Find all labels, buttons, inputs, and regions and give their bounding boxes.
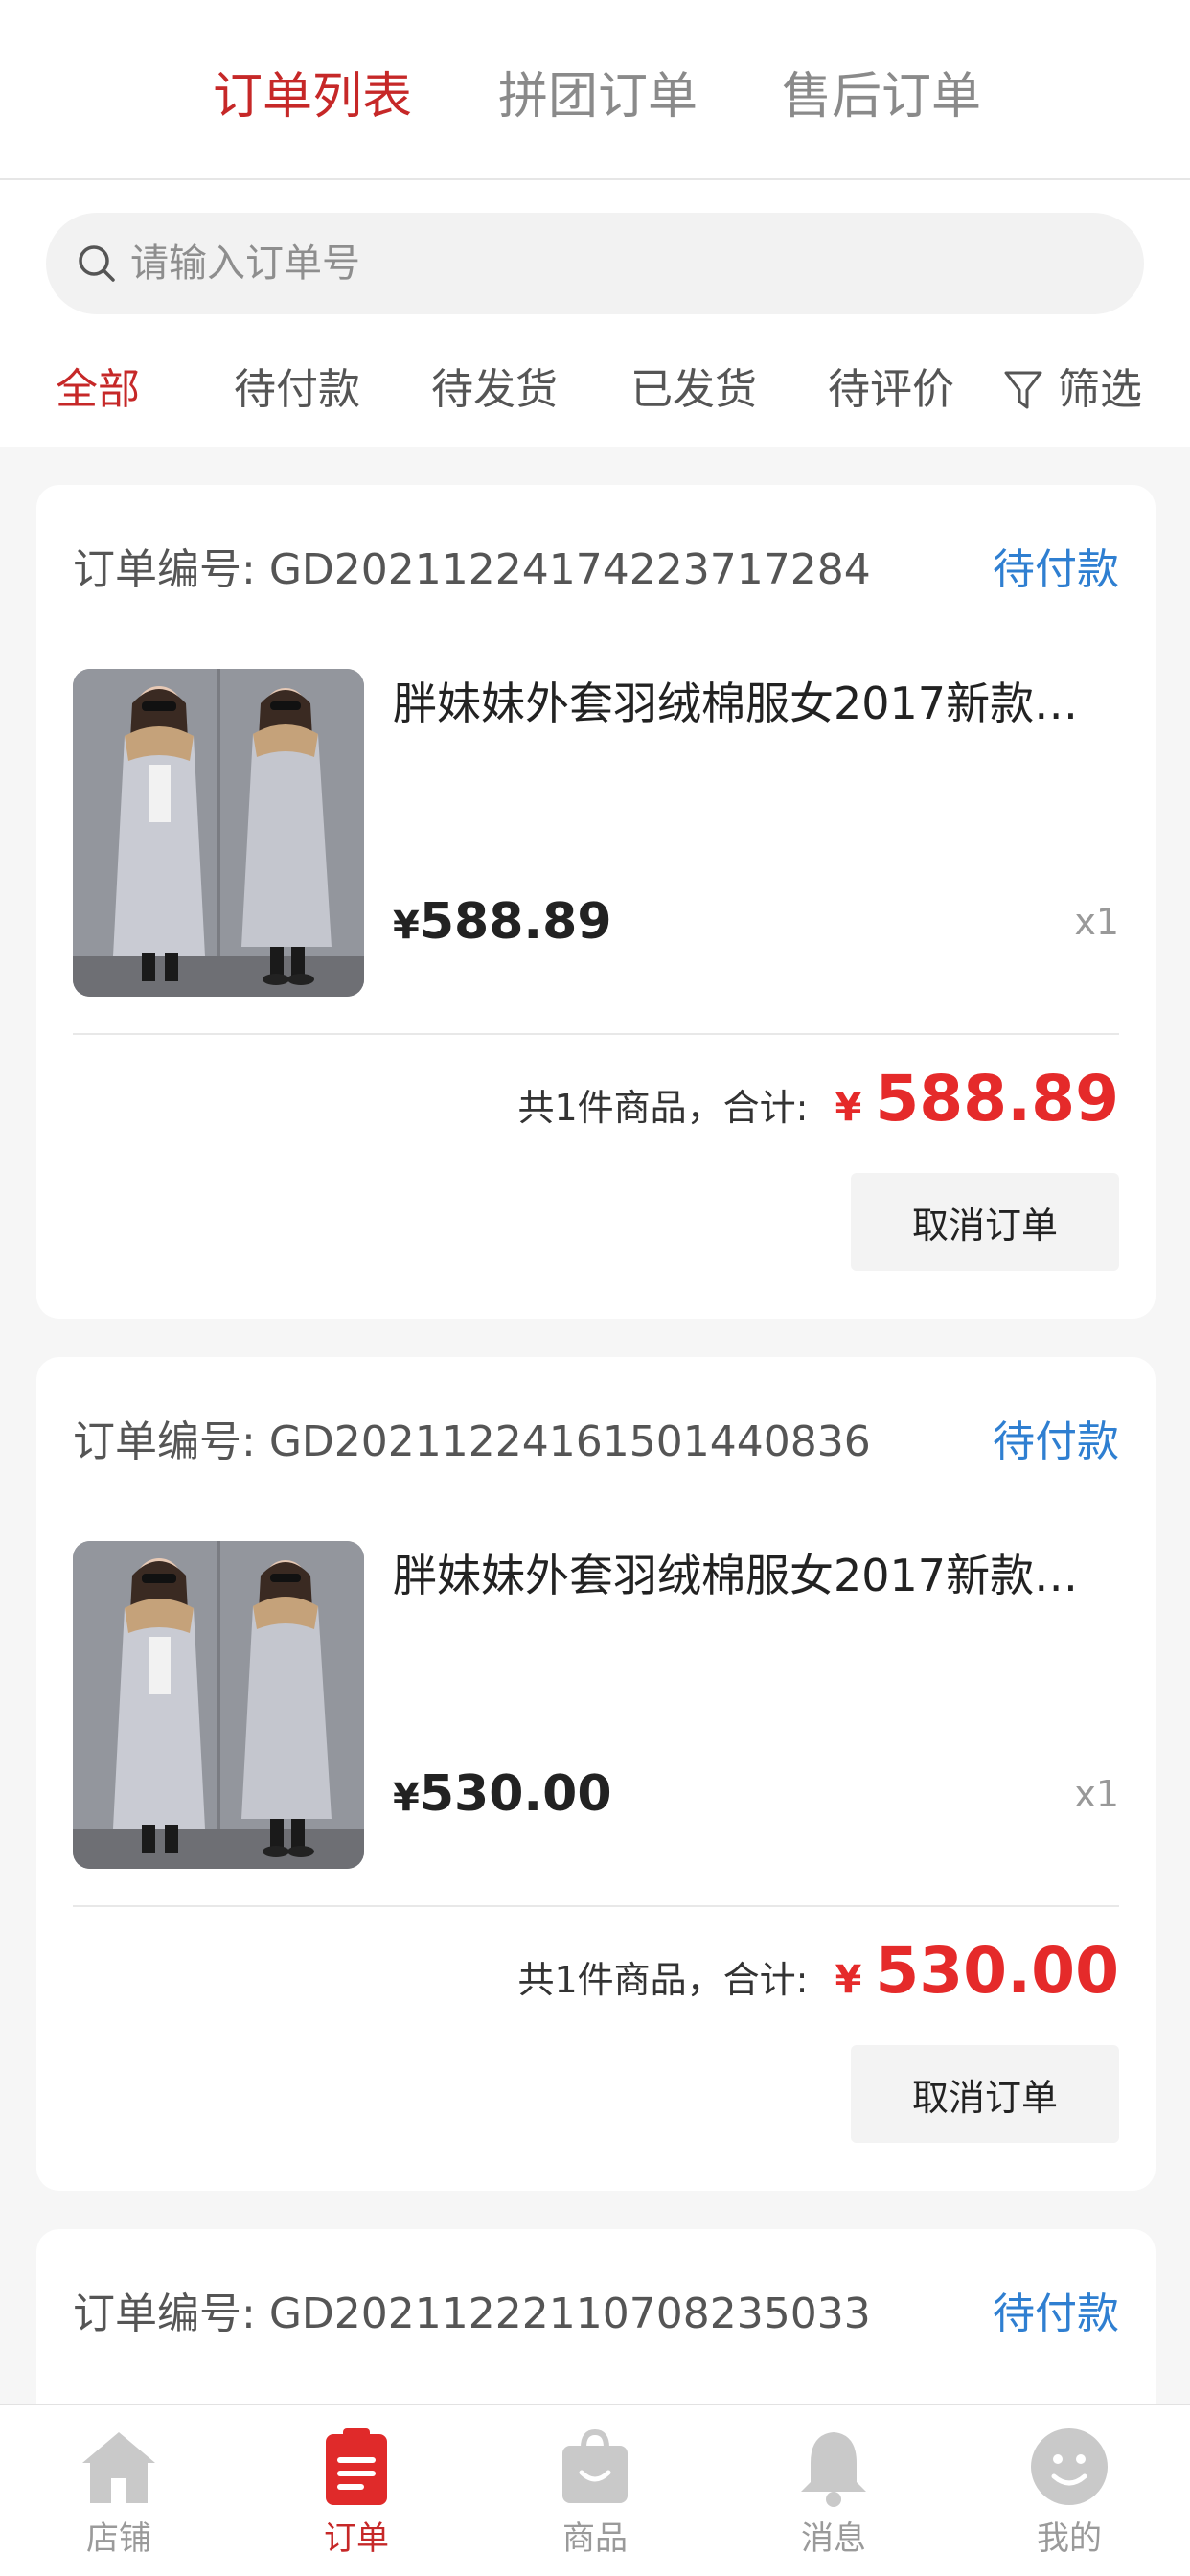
order-number-label: 订单编号: <box>73 2289 256 2338</box>
order-number: 订单编号: GD20211224161501440836 <box>73 1413 871 1472</box>
product-image[interactable] <box>73 669 364 997</box>
search-icon <box>79 245 115 282</box>
shopping-bag-icon <box>562 2428 628 2503</box>
order-summary: 共1件商品，合计: ¥ 530.00 <box>517 1934 1119 2008</box>
order-summary: 共1件商品，合计: ¥ 588.89 <box>517 1062 1119 1136</box>
top-tab-bar: 订单列表 拼团订单 售后订单 <box>0 0 1190 180</box>
funnel-icon <box>1004 371 1042 409</box>
nav-profile[interactable]: 我的 <box>993 2425 1146 2568</box>
nav-orders[interactable]: 订单 <box>280 2425 433 2568</box>
quantity: x1 <box>1074 1773 1119 1815</box>
order-number-value: GD20211224161501440836 <box>268 1417 871 1466</box>
order-icon <box>326 2428 387 2505</box>
summary-text: 共1件商品，合计: <box>517 1087 809 1129</box>
product-name[interactable]: 胖妹妹外套羽绒棉服女2017新款冬季韩版中长款修身加厚 <box>393 1545 1119 1606</box>
product-image[interactable] <box>73 1541 364 1869</box>
order-number-value: GD20211222110708235033 <box>268 2289 871 2338</box>
summary-text: 共1件商品，合计: <box>517 1959 809 2001</box>
shop-icon <box>82 2432 155 2503</box>
order-number: 订单编号: GD20211224174223717284 <box>73 540 871 600</box>
tab-order-list[interactable]: 订单列表 <box>213 63 412 130</box>
tab-after-sales[interactable]: 售后订单 <box>782 63 981 130</box>
product-name[interactable]: 胖妹妹外套羽绒棉服女2017新款冬季韩版中长款修身加厚 <box>393 673 1119 734</box>
unit-price-value: 530.00 <box>419 1765 612 1823</box>
divider <box>73 1033 1119 1035</box>
nav-shop[interactable]: 店铺 <box>42 2425 195 2568</box>
nav-label: 消息 <box>801 2519 866 2558</box>
filter-button[interactable]: 筛选 <box>1002 360 1142 420</box>
order-card[interactable]: 订单编号: GD20211224161501440836 待付款 胖妹妹外套羽绒… <box>36 1357 1156 2191</box>
order-number-label: 订单编号: <box>73 1417 256 1466</box>
nav-label: 店铺 <box>86 2519 151 2558</box>
product-photo <box>73 669 364 997</box>
divider <box>73 1905 1119 1907</box>
nav-products[interactable]: 商品 <box>518 2425 672 2568</box>
nav-label: 我的 <box>1037 2519 1102 2558</box>
order-number-value: GD20211224174223717284 <box>268 545 871 594</box>
quantity: x1 <box>1074 901 1119 943</box>
cancel-order-button[interactable]: 取消订单 <box>851 1173 1119 1271</box>
total-currency-symbol: ¥ <box>835 1958 862 2002</box>
filter-label: 筛选 <box>1058 365 1142 414</box>
search-input[interactable] <box>130 228 1117 299</box>
total-currency-symbol: ¥ <box>835 1086 862 1130</box>
unit-price: ¥530.00 <box>393 1760 612 1832</box>
tab-pending-payment[interactable]: 待付款 <box>234 360 360 420</box>
bottom-nav: 店铺 订单 商品 消息 我的 <box>0 2404 1190 2576</box>
order-status: 待付款 <box>993 545 1119 594</box>
product-photo <box>73 1541 364 1869</box>
nav-label: 商品 <box>562 2519 628 2558</box>
order-number-label: 订单编号: <box>73 545 256 594</box>
currency-symbol: ¥ <box>393 904 420 948</box>
total-amount: 530.00 <box>875 1934 1119 2008</box>
header: 订单列表 拼团订单 售后订单 全部 待付款 待发货 已发货 待评价 筛选 <box>0 0 1190 447</box>
cancel-order-button[interactable]: 取消订单 <box>851 2045 1119 2143</box>
smiley-profile-icon <box>1031 2428 1108 2505</box>
total-amount: 588.89 <box>875 1062 1119 1136</box>
bell-icon <box>801 2432 866 2507</box>
order-card[interactable]: 订单编号: GD20211224174223717284 待付款 胖妹妹外套羽绒… <box>36 485 1156 1319</box>
search-bar[interactable] <box>46 213 1144 314</box>
nav-messages[interactable]: 消息 <box>757 2425 910 2568</box>
currency-symbol: ¥ <box>393 1776 420 1820</box>
tab-pending-shipment[interactable]: 待发货 <box>431 360 558 420</box>
tab-pending-review[interactable]: 待评价 <box>828 360 954 420</box>
unit-price: ¥588.89 <box>393 887 612 960</box>
order-status: 待付款 <box>993 1417 1119 1466</box>
order-number: 订单编号: GD20211222110708235033 <box>73 2285 871 2344</box>
order-status: 待付款 <box>993 2289 1119 2338</box>
nav-label: 订单 <box>324 2519 389 2558</box>
tab-all[interactable]: 全部 <box>56 360 140 420</box>
tab-group-orders[interactable]: 拼团订单 <box>498 63 698 130</box>
unit-price-value: 588.89 <box>419 893 612 951</box>
tab-shipped[interactable]: 已发货 <box>630 360 757 420</box>
